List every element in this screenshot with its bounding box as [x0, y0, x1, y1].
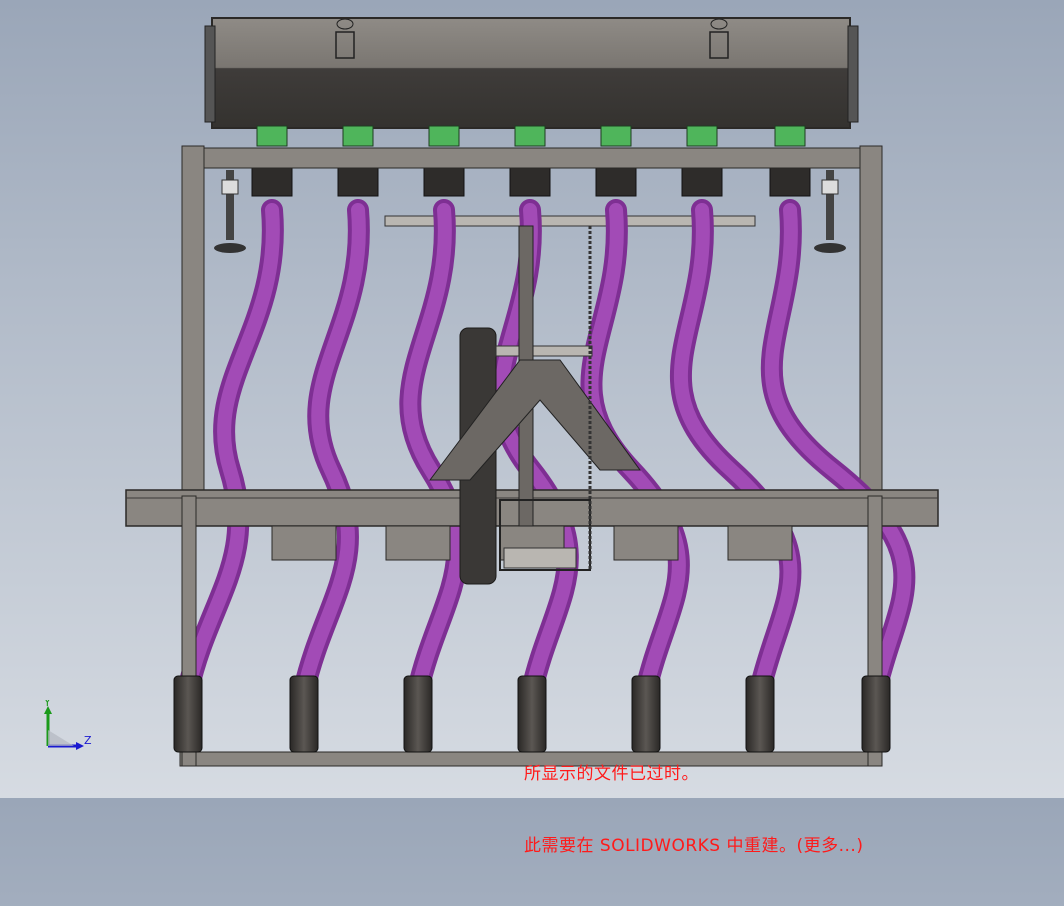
seed-meter	[256, 125, 288, 147]
cad-viewport[interactable]: 所显示的文件已过时。 此需要在 SOLIDWORKS 中重建。(更多...) Y…	[0, 0, 1064, 856]
orientation-triad: Y Z	[43, 700, 92, 750]
z-axis-label: Z	[84, 734, 92, 747]
seed-boot	[403, 675, 433, 753]
seed-meter	[342, 125, 374, 147]
meter-outlet	[595, 167, 637, 197]
y-axis-label: Y	[43, 700, 51, 709]
meter-outlet	[251, 167, 293, 197]
seed-tubes	[177, 199, 916, 701]
right-frame-post	[859, 145, 883, 497]
seed-meter	[428, 125, 460, 147]
rebuild-warning[interactable]: 所显示的文件已过时。 此需要在 SOLIDWORKS 中重建。(更多...)	[524, 714, 863, 906]
meter-outlet	[423, 167, 465, 197]
row-bracket	[385, 525, 451, 561]
seed-meter	[686, 125, 718, 147]
seed-meter	[514, 125, 546, 147]
top-beam	[199, 147, 866, 169]
seed-boot	[173, 675, 203, 753]
row-bracket	[613, 525, 679, 561]
meter-outlet	[337, 167, 379, 197]
row-bracket	[727, 525, 793, 561]
adjust-screw-right[interactable]	[814, 170, 846, 253]
meter-outlet	[509, 167, 551, 197]
seed-meter	[774, 125, 806, 147]
warning-line-2[interactable]: 此需要在 SOLIDWORKS 中重建。(更多...)	[524, 834, 863, 858]
seed-hopper[interactable]	[204, 17, 859, 129]
meter-outlet	[769, 167, 811, 197]
seed-boot	[861, 675, 891, 753]
seed-boot	[289, 675, 319, 753]
warning-line-1: 所显示的文件已过时。	[524, 764, 699, 784]
seed-meter	[600, 125, 632, 147]
meter-outlet	[681, 167, 723, 197]
adjust-screw-left[interactable]	[214, 170, 246, 253]
left-frame-post	[181, 145, 205, 497]
row-bracket	[271, 525, 337, 561]
seeder-model[interactable]	[0, 0, 1064, 798]
